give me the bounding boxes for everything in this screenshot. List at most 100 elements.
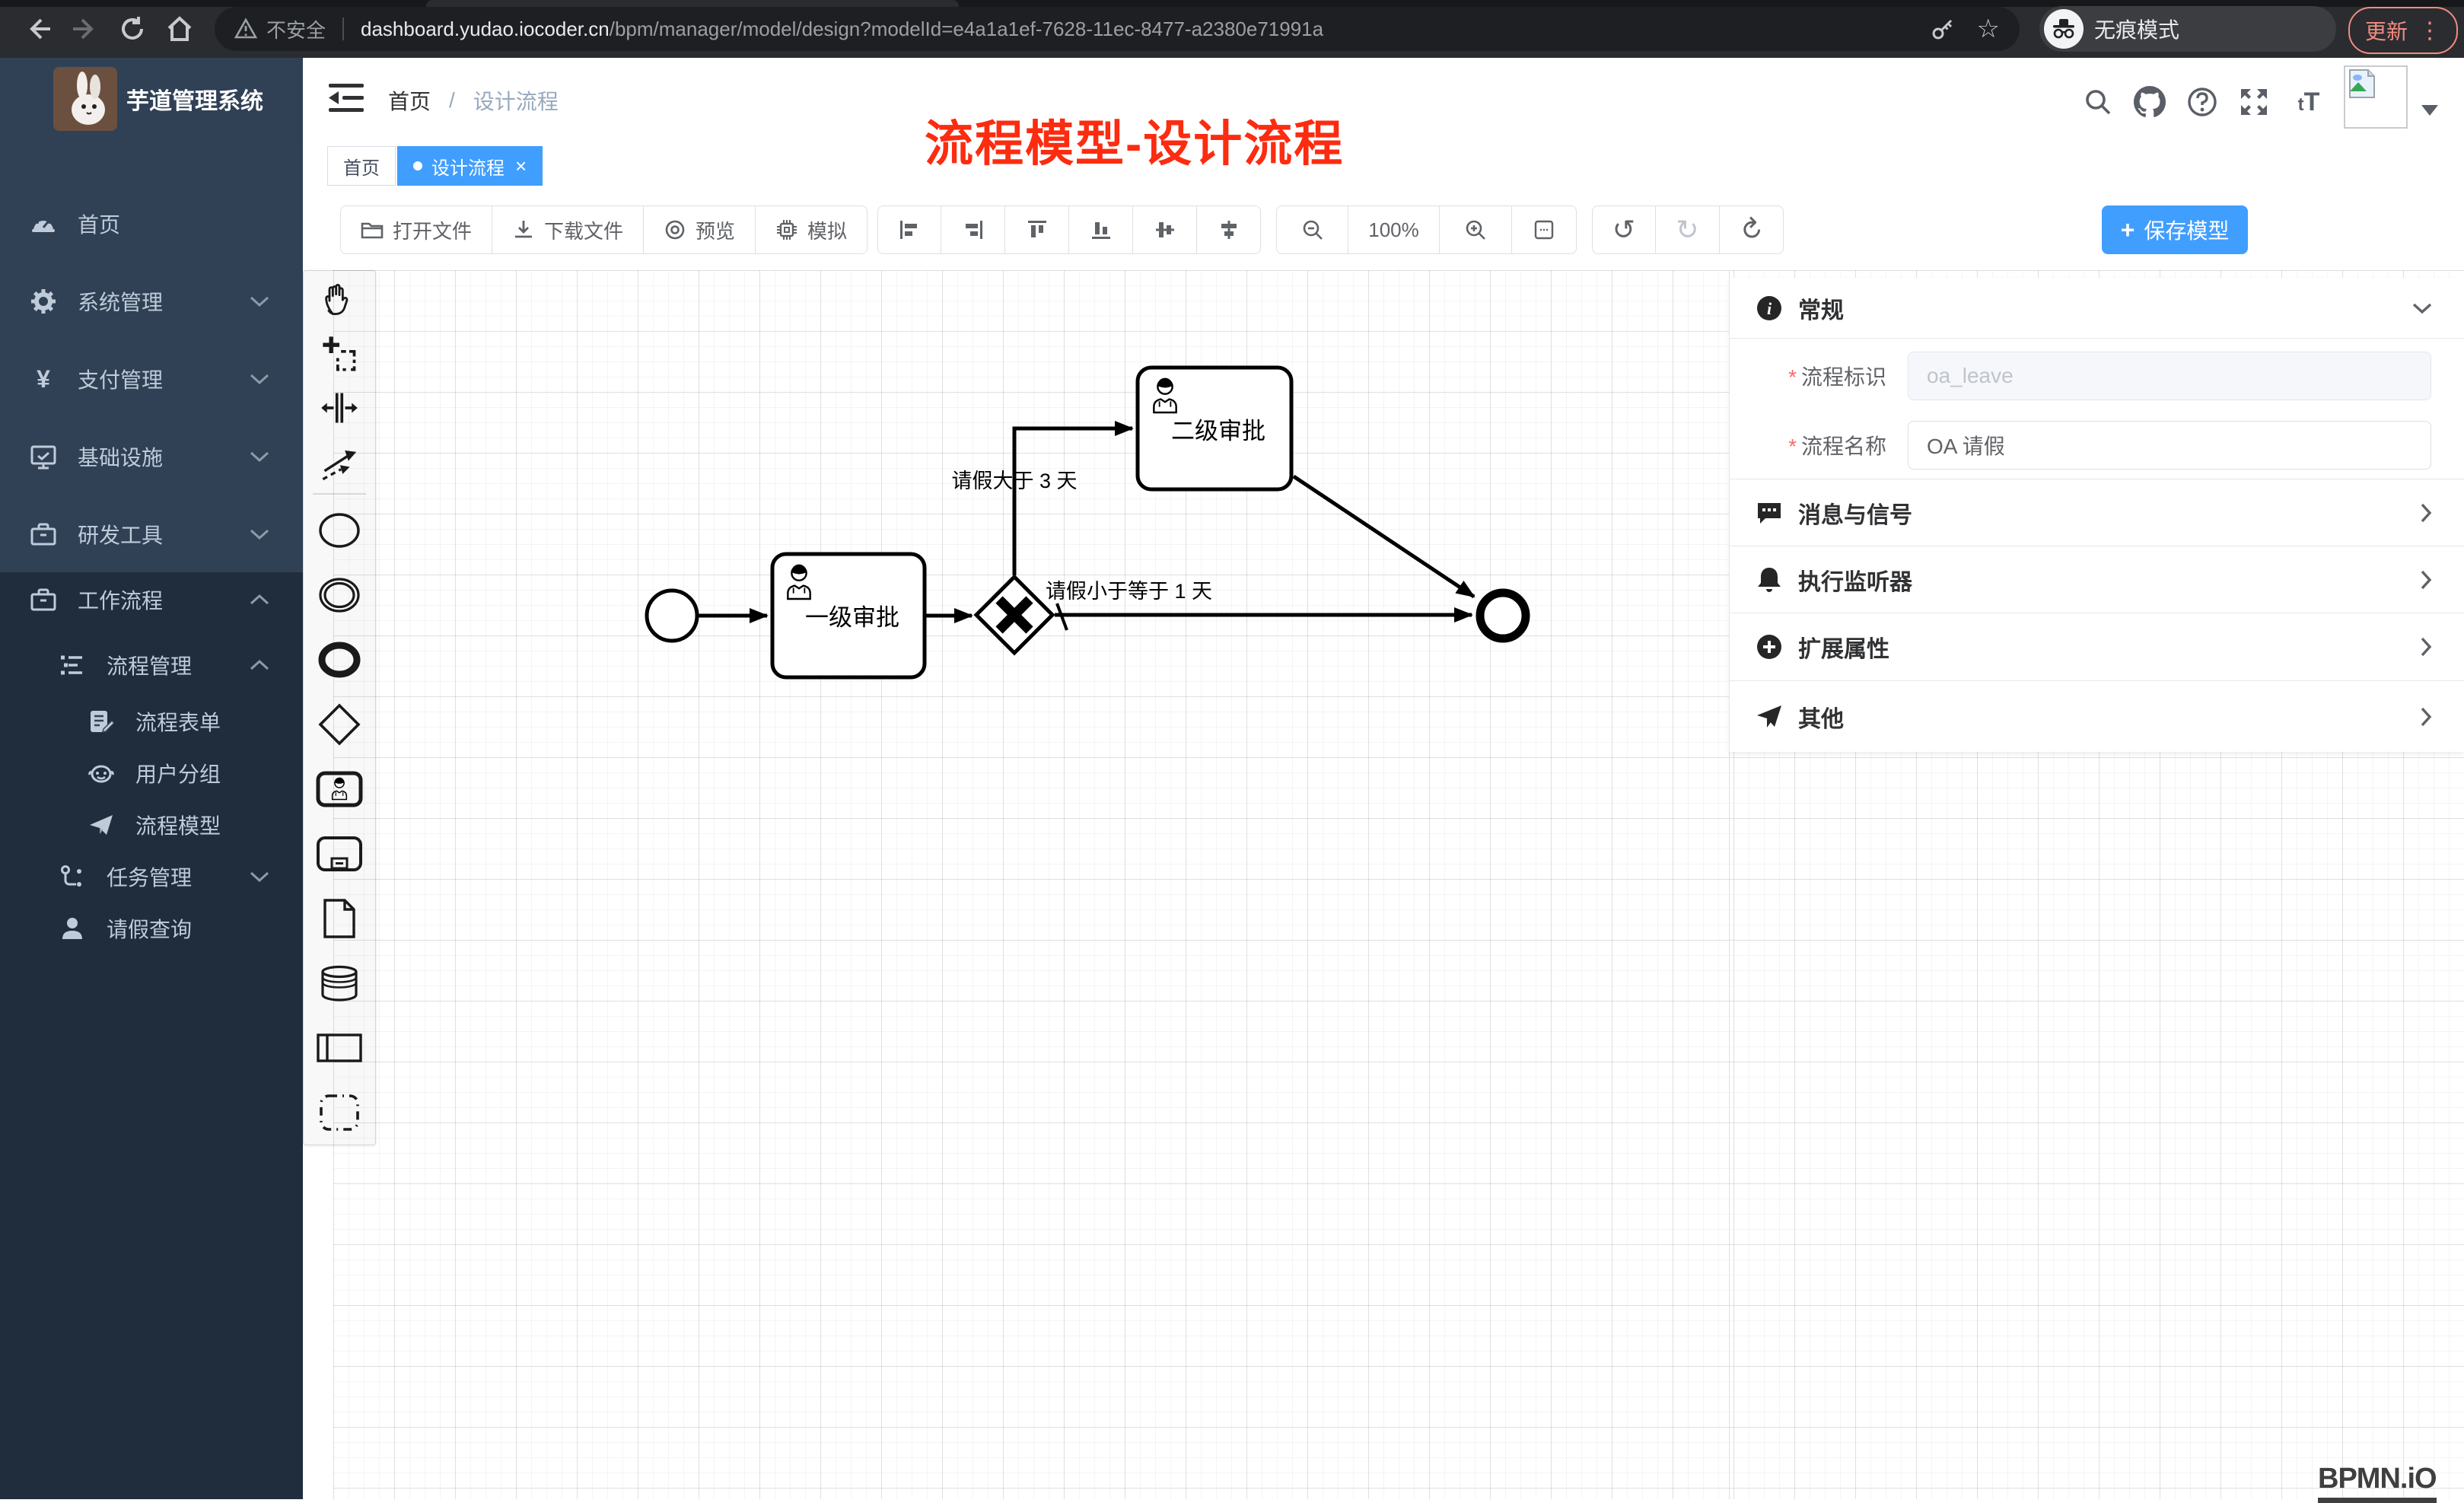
avatar-dropdown-caret[interactable] bbox=[2421, 105, 2438, 116]
sidebar-item-payment[interactable]: ¥ 支付管理 bbox=[0, 353, 303, 405]
download-icon bbox=[512, 218, 535, 241]
align-right-button[interactable] bbox=[941, 205, 1005, 254]
align-bottom-icon bbox=[1090, 219, 1112, 240]
flow-condition-label-gt3[interactable]: 请假大于 3 天 bbox=[951, 470, 1077, 492]
header-search-button[interactable] bbox=[2081, 85, 2115, 119]
tab-active-dot bbox=[413, 161, 422, 170]
save-model-label: 保存模型 bbox=[2144, 215, 2229, 245]
simulate-button[interactable]: 模拟 bbox=[756, 205, 867, 254]
browser-back-button[interactable] bbox=[23, 14, 53, 44]
align-left-button[interactable] bbox=[877, 205, 941, 254]
section-execution-listener[interactable]: 执行监听器 bbox=[1730, 546, 2464, 613]
sidebar-item-task-management[interactable]: 任务管理 bbox=[0, 851, 303, 903]
align-bottom-button[interactable] bbox=[1069, 205, 1133, 254]
sidebar-item-label: 流程管理 bbox=[107, 650, 192, 680]
sidebar-item-home[interactable]: 首页 bbox=[0, 198, 303, 250]
zoom-reset-button[interactable] bbox=[1512, 205, 1577, 254]
open-file-label: 打开文件 bbox=[393, 216, 472, 244]
zoom-in-icon bbox=[1464, 218, 1487, 241]
download-file-button[interactable]: 下载文件 bbox=[492, 205, 644, 254]
flow-task2-to-end[interactable] bbox=[1294, 476, 1474, 597]
sidebar-item-user-group[interactable]: 用户分组 bbox=[0, 747, 303, 799]
header-fontsize-button[interactable]: tT bbox=[2287, 85, 2330, 119]
briefcase-icon bbox=[30, 587, 56, 613]
browser-reload-button[interactable] bbox=[117, 14, 148, 44]
sidebar-item-process-form[interactable]: 流程表单 bbox=[0, 696, 303, 747]
avatar[interactable] bbox=[2344, 65, 2408, 129]
zoom-out-icon bbox=[1301, 218, 1324, 241]
preview-button[interactable]: 预览 bbox=[644, 205, 756, 254]
chevron-down-icon bbox=[250, 373, 269, 385]
paper-plane-icon bbox=[88, 812, 114, 838]
sidebar-item-infrastructure[interactable]: 基础设施 bbox=[0, 431, 303, 482]
flow-gateway-to-task2[interactable] bbox=[1014, 428, 1132, 575]
update-label: 更新 bbox=[2365, 15, 2408, 46]
tab-close-icon[interactable]: × bbox=[515, 154, 527, 178]
header-fullscreen-button[interactable] bbox=[2237, 85, 2271, 119]
header-github-button[interactable] bbox=[2133, 85, 2166, 119]
tab-home[interactable]: 首页 bbox=[327, 146, 396, 186]
security-label[interactable]: 不安全 bbox=[266, 15, 326, 43]
tab-label: 首页 bbox=[343, 153, 380, 180]
flow-condition-label-le1[interactable]: 请假小于等于 1 天 bbox=[1046, 580, 1212, 603]
align-top-button[interactable] bbox=[1005, 205, 1069, 254]
section-title: 其他 bbox=[1798, 700, 1844, 734]
browser-home-button[interactable] bbox=[164, 14, 195, 44]
restart-button[interactable]: ↻ bbox=[1720, 205, 1784, 254]
address-bar[interactable]: 不安全 dashboard.yudao.iocoder.cn/bpm/manag… bbox=[215, 7, 2020, 51]
help-icon bbox=[2186, 86, 2218, 118]
svg-text:i: i bbox=[1767, 299, 1772, 318]
app-navbar: 首页 / 设计流程 tT bbox=[303, 58, 2464, 140]
sidebar-item-workflow[interactable]: 工作流程 bbox=[0, 574, 303, 626]
start-event[interactable] bbox=[647, 591, 697, 641]
reload-icon bbox=[119, 15, 146, 43]
sidebar-item-system[interactable]: 系统管理 bbox=[0, 275, 303, 327]
open-file-button[interactable]: 打开文件 bbox=[340, 205, 492, 254]
url-path: /bpm/manager/model/design?modelId=e4a1a1… bbox=[610, 18, 1922, 41]
sidebar-collapse-button[interactable] bbox=[329, 82, 364, 114]
browser-forward-button[interactable] bbox=[70, 14, 100, 44]
bpmn-io-watermark[interactable]: BPMN.iO bbox=[2318, 1463, 2437, 1503]
sidebar-item-leave-query[interactable]: 请假查询 bbox=[0, 903, 303, 954]
zoom-out-button[interactable] bbox=[1276, 205, 1348, 254]
chevron-down-icon bbox=[250, 871, 269, 883]
sidebar-logo-row[interactable]: 芋道管理系统 bbox=[0, 58, 303, 140]
sidebar-item-label: 任务管理 bbox=[107, 861, 192, 892]
browser-update-button[interactable]: 更新 ⋮ bbox=[2348, 7, 2458, 54]
forward-icon bbox=[72, 15, 99, 43]
section-message-signal[interactable]: 消息与信号 bbox=[1730, 479, 2464, 546]
bpmn-canvas[interactable]: 一级审批 二级审批 请假大于 3 天 请假小于等于 1 天 bbox=[303, 270, 2464, 1499]
section-general[interactable]: i 常规 bbox=[1730, 278, 2464, 339]
header-help-button[interactable] bbox=[2185, 85, 2219, 119]
key-icon[interactable] bbox=[1930, 16, 1956, 42]
align-middle-button[interactable] bbox=[1133, 205, 1197, 254]
breadcrumb-home[interactable]: 首页 bbox=[388, 85, 431, 116]
app-logo bbox=[53, 67, 117, 131]
tab-design-process[interactable]: 设计流程 × bbox=[397, 146, 543, 186]
sidebar-item-process-model[interactable]: 流程模型 bbox=[0, 799, 303, 851]
plus-icon: + bbox=[2121, 216, 2135, 244]
process-key-input bbox=[1908, 352, 2431, 400]
section-extension-attributes[interactable]: 扩展属性 bbox=[1730, 613, 2464, 681]
process-name-input[interactable] bbox=[1908, 421, 2431, 470]
task2-label: 二级审批 bbox=[1171, 418, 1265, 444]
fullscreen-icon bbox=[2238, 86, 2270, 118]
process-name-label: *流程名称 bbox=[1730, 430, 1886, 460]
save-model-button[interactable]: + 保存模型 bbox=[2102, 205, 2248, 254]
redo-button[interactable]: ↻ bbox=[1656, 205, 1720, 254]
bookmark-star-icon[interactable]: ☆ bbox=[1977, 14, 2000, 44]
zoom-in-button[interactable] bbox=[1440, 205, 1512, 254]
send-icon bbox=[1756, 704, 1783, 730]
undo-button[interactable]: ↺ bbox=[1592, 205, 1656, 254]
designer-toolbar: 打开文件 下载文件 预览 模拟 100% ↺ ↻ ↻ + bbox=[303, 189, 2464, 270]
browser-menu-icon[interactable]: ⋮ bbox=[2418, 18, 2441, 44]
section-other[interactable]: 其他 bbox=[1730, 681, 2464, 752]
sidebar-item-process-management[interactable]: 流程管理 bbox=[0, 639, 303, 691]
browser-chrome: 不安全 dashboard.yudao.iocoder.cn/bpm/manag… bbox=[0, 0, 2464, 58]
align-center-button[interactable] bbox=[1197, 205, 1261, 254]
zoom-button-group: 100% bbox=[1276, 205, 1577, 254]
sidebar-item-devtools[interactable]: 研发工具 bbox=[0, 508, 303, 560]
end-event[interactable] bbox=[1480, 593, 1526, 638]
chevron-up-icon bbox=[250, 594, 269, 606]
face-icon bbox=[88, 760, 114, 786]
